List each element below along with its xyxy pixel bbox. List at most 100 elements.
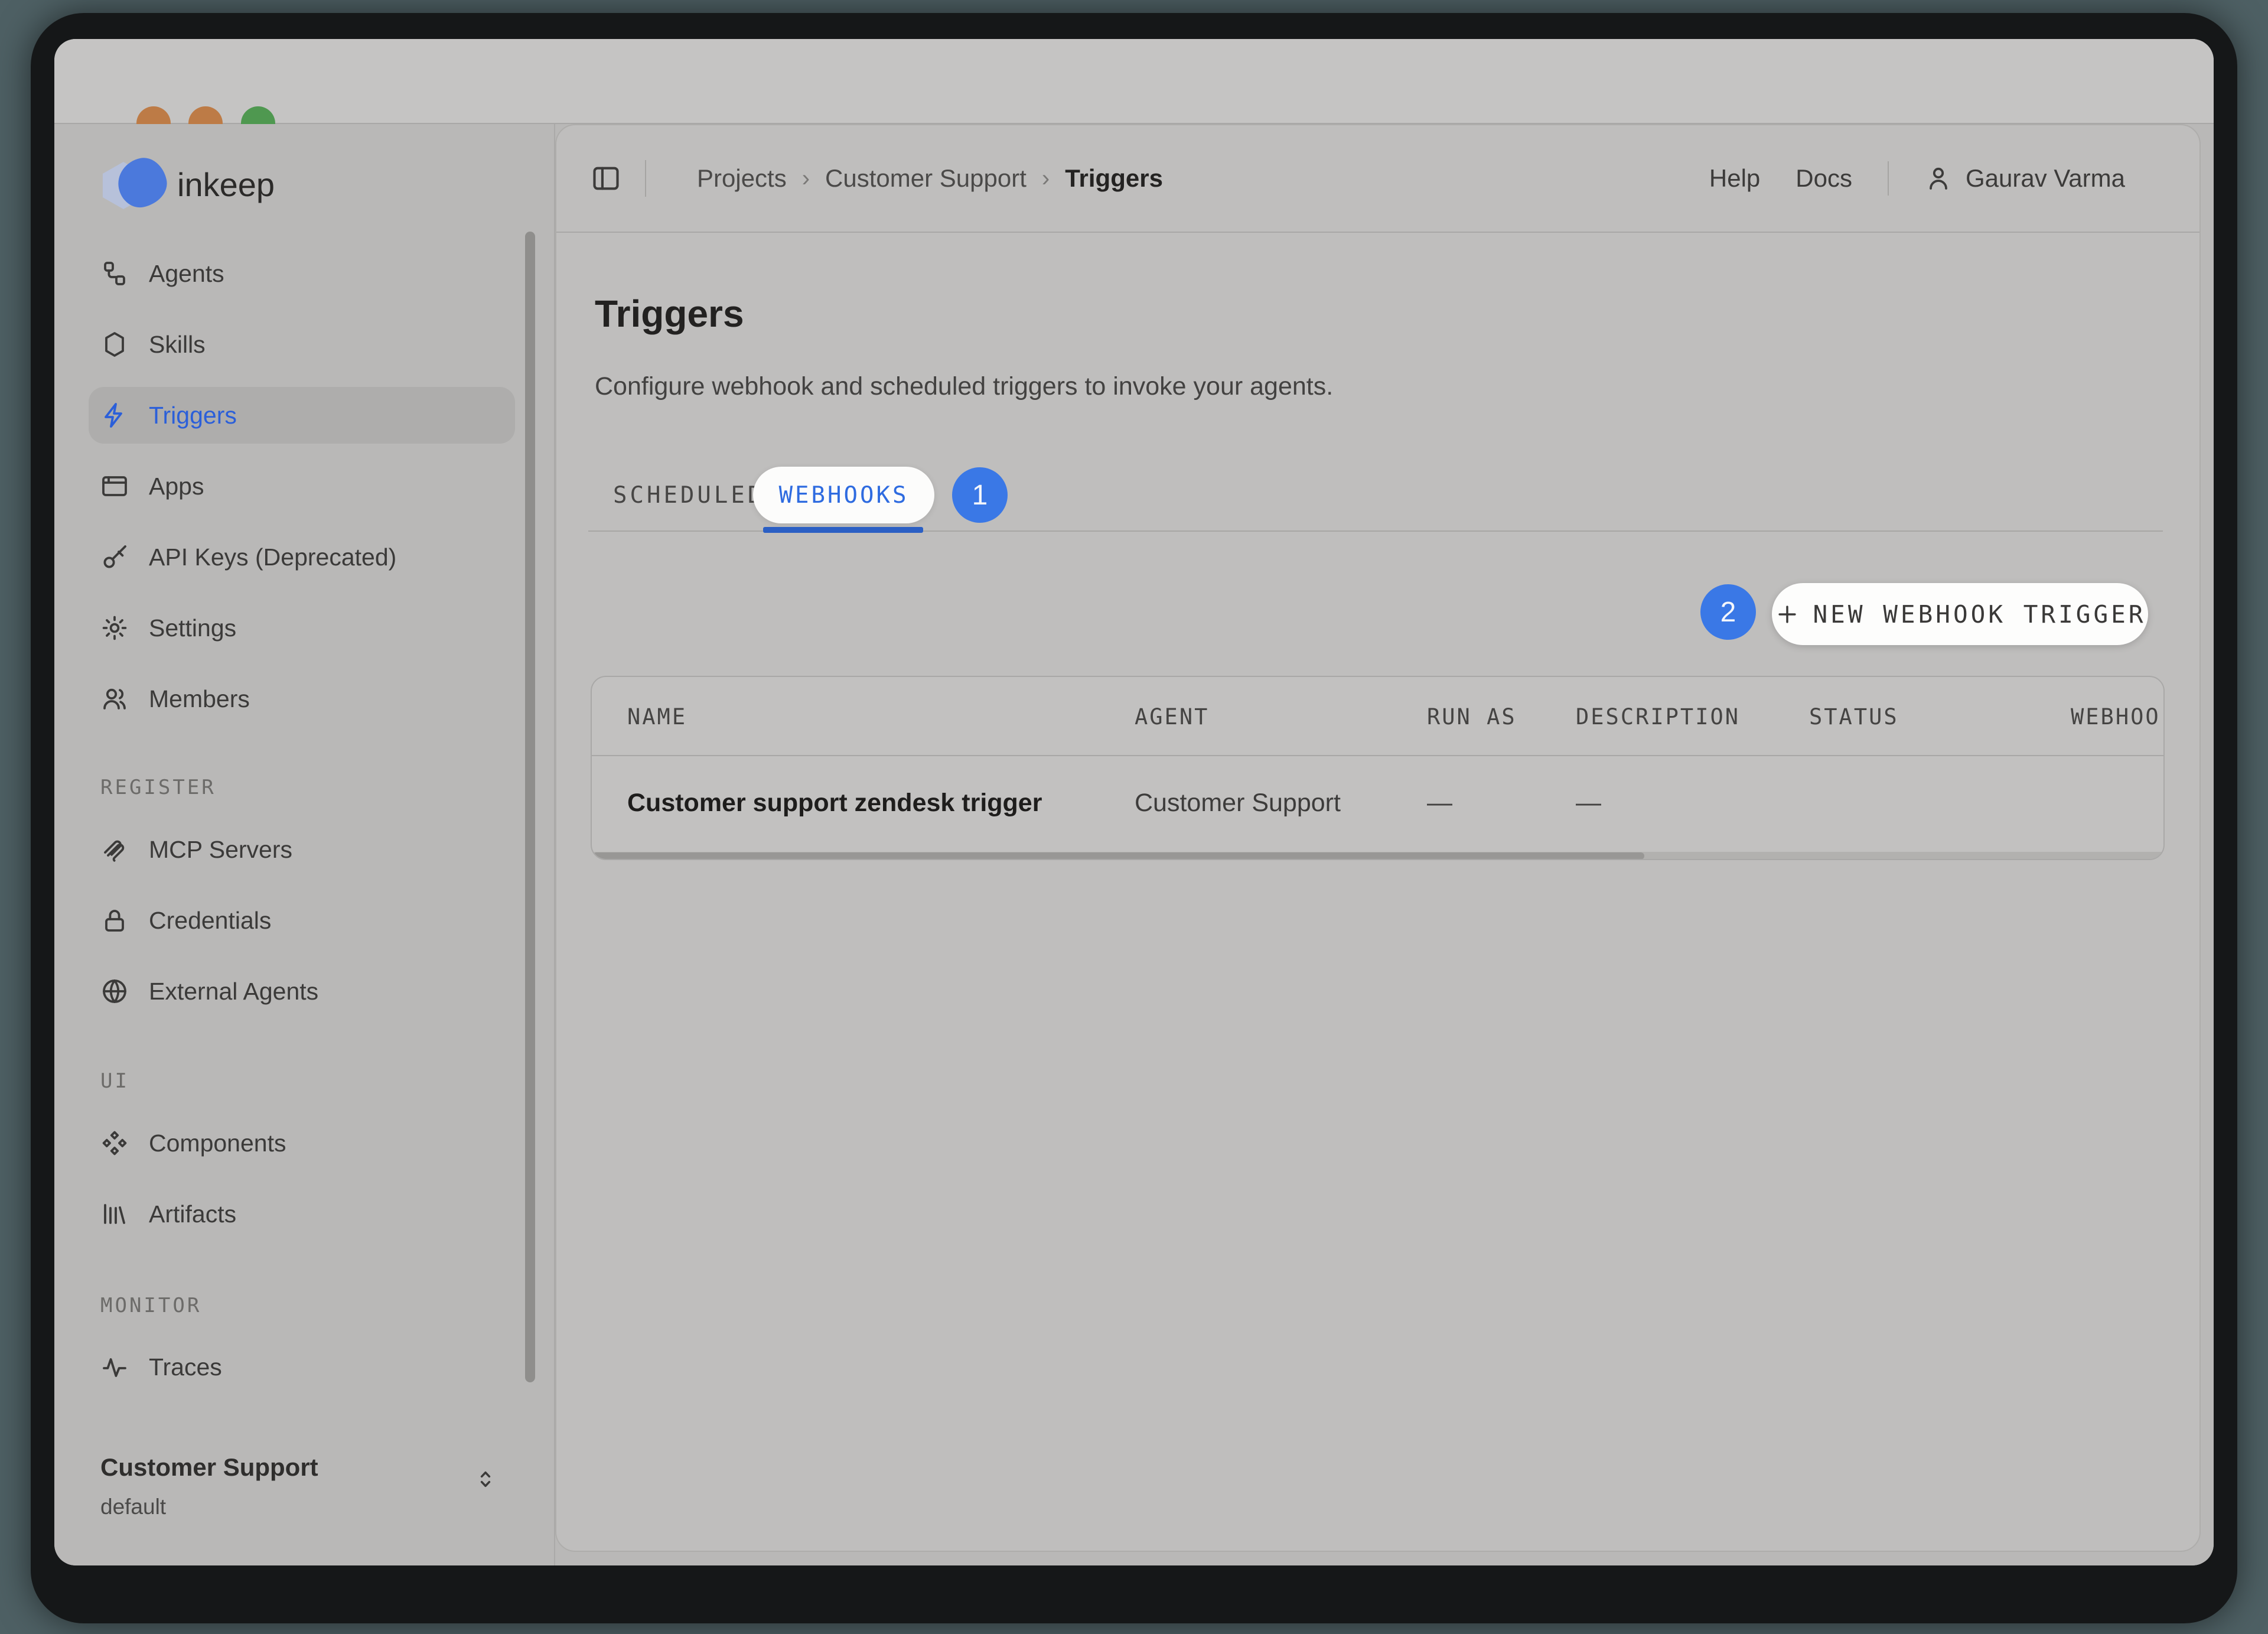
sidebar-item-label: Agents bbox=[149, 260, 224, 288]
trigger-run-as-cell: — bbox=[1427, 757, 1452, 848]
sidebar-item-members[interactable]: Members bbox=[54, 663, 555, 734]
sidebar-scrollbar[interactable] bbox=[525, 232, 535, 1382]
components-icon bbox=[100, 1129, 129, 1157]
sidebar: inkeep Agents Skills bbox=[54, 124, 555, 1565]
page-title: Triggers bbox=[595, 292, 744, 336]
window-titlebar bbox=[54, 39, 2214, 124]
inkeep-logo-text: inkeep bbox=[177, 165, 275, 204]
inkeep-logo: inkeep bbox=[100, 157, 275, 211]
tab-scheduled[interactable]: SCHEDULED bbox=[613, 467, 764, 523]
sidebar-section-monitor: Traces bbox=[54, 1332, 555, 1402]
chevron-right-icon: › bbox=[802, 165, 810, 192]
workflow-icon bbox=[100, 259, 129, 288]
header-divider bbox=[1888, 161, 1889, 196]
inkeep-logo-icon bbox=[100, 157, 169, 211]
sidebar-item-label: API Keys (Deprecated) bbox=[149, 543, 396, 571]
sidebar-nav: Agents Skills Triggers bbox=[54, 238, 555, 734]
sidebar-item-label: Settings bbox=[149, 614, 236, 642]
new-webhook-trigger-label: NEW WEBHOOK TRIGGER bbox=[1813, 600, 2146, 629]
sidebar-item-skills[interactable]: Skills bbox=[54, 309, 555, 380]
sidebar-item-apps[interactable]: Apps bbox=[54, 451, 555, 522]
sidebar-toggle-button[interactable] bbox=[591, 163, 621, 194]
page-description: Configure webhook and scheduled triggers… bbox=[595, 372, 1333, 401]
docs-link[interactable]: Docs bbox=[1795, 164, 1852, 193]
sidebar-item-triggers[interactable]: Triggers bbox=[54, 380, 555, 451]
sidebar-item-external-agents[interactable]: External Agents bbox=[54, 956, 555, 1027]
table-row[interactable]: Customer support zendesk trigger Custome… bbox=[592, 757, 2163, 848]
trigger-name-cell[interactable]: Customer support zendesk trigger bbox=[627, 757, 1042, 848]
breadcrumb: Projects › Customer Support › Triggers bbox=[697, 164, 1163, 193]
sidebar-item-label: Triggers bbox=[149, 402, 237, 429]
triggers-table: NAME AGENT RUN AS DESCRIPTION STATUS WEB… bbox=[591, 676, 2165, 860]
trigger-description-cell: — bbox=[1576, 757, 1601, 848]
panel-left-icon bbox=[591, 163, 621, 194]
mcp-icon bbox=[100, 835, 129, 864]
sidebar-item-label: Skills bbox=[149, 331, 206, 359]
sidebar-item-mcp-servers[interactable]: MCP Servers bbox=[54, 814, 555, 885]
plus-icon bbox=[1774, 601, 1800, 627]
app-window: inkeep Agents Skills bbox=[54, 39, 2214, 1565]
user-menu[interactable]: Gaurav Varma bbox=[1924, 164, 2125, 193]
breadcrumb-current: Triggers bbox=[1065, 164, 1163, 193]
lock-icon bbox=[100, 906, 129, 935]
key-icon bbox=[100, 543, 129, 571]
trigger-agent-cell: Customer Support bbox=[1135, 757, 1341, 848]
column-header-name: NAME bbox=[627, 677, 687, 756]
annotation-badge-2: 2 bbox=[1700, 584, 1756, 640]
horizontal-scrollbar-thumb[interactable] bbox=[593, 852, 1644, 860]
screenshot-root: inkeep Agents Skills bbox=[0, 0, 2268, 1634]
chevrons-up-down-icon bbox=[472, 1466, 498, 1495]
section-label-monitor: MONITOR bbox=[100, 1294, 201, 1317]
section-label-ui: UI bbox=[100, 1069, 129, 1093]
workspace-environment: default bbox=[100, 1495, 514, 1519]
app-content: inkeep Agents Skills bbox=[54, 124, 2214, 1565]
page-header: Projects › Customer Support › Triggers H… bbox=[556, 125, 2199, 233]
annotation-badge-1: 1 bbox=[952, 467, 1008, 523]
active-tab-underline bbox=[763, 527, 923, 533]
sidebar-section-ui: Components Artifacts bbox=[54, 1108, 555, 1249]
main-panel: Projects › Customer Support › Triggers H… bbox=[555, 124, 2201, 1552]
table-header: NAME AGENT RUN AS DESCRIPTION STATUS WEB… bbox=[592, 677, 2163, 756]
sidebar-item-settings[interactable]: Settings bbox=[54, 593, 555, 663]
breadcrumb-project-name[interactable]: Customer Support bbox=[825, 164, 1027, 193]
workspace-name: Customer Support bbox=[100, 1453, 514, 1482]
app-window-icon bbox=[100, 472, 129, 500]
library-icon bbox=[100, 1200, 129, 1228]
sidebar-item-label: Traces bbox=[149, 1353, 222, 1381]
sidebar-item-traces[interactable]: Traces bbox=[54, 1332, 555, 1402]
sidebar-item-label: Components bbox=[149, 1130, 286, 1157]
header-divider bbox=[645, 160, 646, 197]
tab-webhooks[interactable]: WEBHOOKS bbox=[753, 467, 934, 523]
sidebar-item-label: External Agents bbox=[149, 978, 318, 1005]
sidebar-item-agents[interactable]: Agents bbox=[54, 238, 555, 309]
new-webhook-trigger-button[interactable]: NEW WEBHOOK TRIGGER bbox=[1772, 583, 2148, 645]
gear-icon bbox=[100, 614, 129, 642]
user-name: Gaurav Varma bbox=[1966, 164, 2125, 193]
sidebar-item-label: Members bbox=[149, 685, 250, 713]
breadcrumb-projects[interactable]: Projects bbox=[697, 164, 787, 193]
globe-icon bbox=[100, 977, 129, 1005]
column-header-run-as: RUN AS bbox=[1427, 677, 1517, 756]
sidebar-item-label: Artifacts bbox=[149, 1200, 236, 1228]
column-header-status: STATUS bbox=[1809, 677, 1899, 756]
header-actions: Help Docs Gaurav Varma bbox=[1709, 161, 2125, 196]
sidebar-item-label: Credentials bbox=[149, 907, 271, 935]
sidebar-item-components[interactable]: Components bbox=[54, 1108, 555, 1179]
hexagon-icon bbox=[100, 330, 129, 359]
sidebar-item-credentials[interactable]: Credentials bbox=[54, 885, 555, 956]
zap-icon bbox=[100, 401, 129, 429]
column-header-description: DESCRIPTION bbox=[1576, 677, 1740, 756]
sidebar-item-artifacts[interactable]: Artifacts bbox=[54, 1179, 555, 1249]
section-label-register: REGISTER bbox=[100, 776, 216, 799]
sidebar-item-label: Apps bbox=[149, 473, 204, 500]
workspace-switcher[interactable]: Customer Support default bbox=[100, 1453, 514, 1519]
column-header-agent: AGENT bbox=[1135, 677, 1209, 756]
sidebar-item-api-keys[interactable]: API Keys (Deprecated) bbox=[54, 522, 555, 593]
column-header-webhook: WEBHOO bbox=[2071, 677, 2161, 756]
sidebar-item-label: MCP Servers bbox=[149, 836, 292, 864]
help-link[interactable]: Help bbox=[1709, 164, 1760, 193]
activity-icon bbox=[100, 1353, 129, 1381]
chevron-right-icon: › bbox=[1042, 165, 1050, 192]
sidebar-section-register: MCP Servers Credentials External Agents bbox=[54, 814, 555, 1027]
user-icon bbox=[1924, 164, 1953, 193]
